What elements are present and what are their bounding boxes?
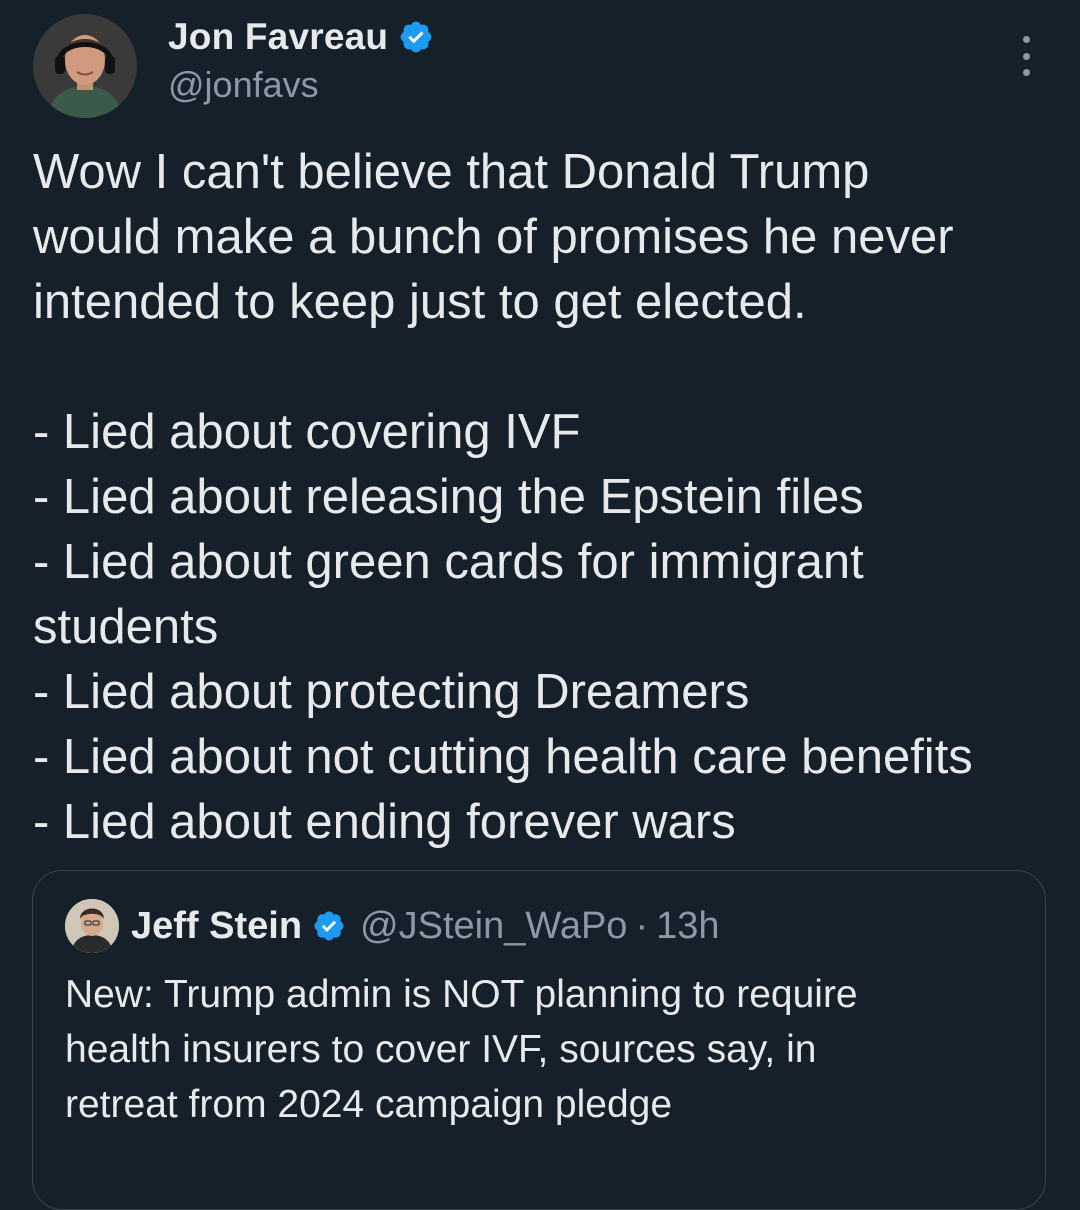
verified-badge-icon (398, 19, 434, 55)
tweet-line: - Lied about releasing the Epstein files (33, 470, 864, 524)
quoted-author-name[interactable]: Jeff Stein (131, 905, 302, 948)
quoted-author-avatar[interactable] (65, 899, 119, 953)
author-name-row: Jon Favreau (168, 12, 434, 62)
tweet-line: - Lied about green cards for immigrant (33, 535, 864, 589)
tweet-line: Wow I can't believe that Donald Trump (33, 145, 870, 199)
more-options-icon[interactable] (1014, 36, 1038, 76)
tweet-line: intended to keep just to get elected. (33, 275, 807, 329)
quoted-author-handle[interactable]: @JStein_WaPo (360, 905, 627, 948)
tweet-line: students (33, 600, 219, 654)
quoted-line: New: Trump admin is NOT planning to requ… (65, 973, 858, 1016)
header-separator: · (635, 904, 649, 947)
tweet-line: - Lied about ending forever wars (33, 795, 736, 849)
tweet-line: - Lied about covering IVF (33, 405, 581, 459)
tweet-line: - Lied about not cutting health care ben… (33, 730, 973, 784)
quoted-line: health insurers to cover IVF, sources sa… (65, 1028, 817, 1071)
tweet-line-blank (33, 335, 1063, 400)
author-avatar[interactable] (33, 14, 137, 118)
author-display-name[interactable]: Jon Favreau (168, 16, 388, 58)
quoted-line: retreat from 2024 campaign pledge (65, 1083, 673, 1126)
quoted-tweet-text: New: Trump admin is NOT planning to requ… (65, 967, 1015, 1132)
quoted-timestamp[interactable]: 13h (656, 905, 719, 948)
quoted-tweet-card[interactable]: Jeff Stein @JStein_WaPo · 13h New: Trump… (32, 870, 1046, 1210)
tweet-line: would make a bunch of promises he never (33, 210, 954, 264)
tweet-line: - Lied about protecting Dreamers (33, 665, 750, 719)
author-handle[interactable]: @jonfavs (168, 64, 319, 106)
verified-badge-icon (312, 909, 346, 943)
tweet-text: Wow I can't believe that Donald Trump wo… (33, 140, 1063, 855)
quoted-tweet-header: Jeff Stein @JStein_WaPo · 13h (65, 899, 720, 953)
